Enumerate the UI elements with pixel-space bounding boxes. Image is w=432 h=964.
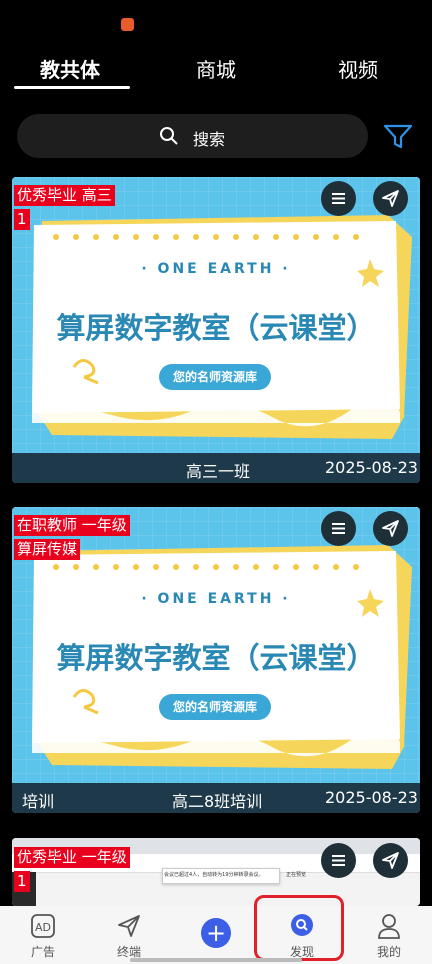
- send-icon: [382, 190, 399, 207]
- tag-category: 优秀毕业 一年级: [14, 847, 130, 868]
- card-class-name: 高二8班培训: [172, 792, 263, 811]
- tab-shangcheng[interactable]: 商城: [196, 54, 236, 83]
- active-tab-indicator: [14, 86, 130, 89]
- nav-profile-label: 我的: [376, 945, 401, 959]
- top-tabs: 教共体 商城 视频: [0, 48, 432, 92]
- tag-category: 优秀毕业 高三: [14, 185, 115, 206]
- card-subtitle: · ONE EARTH ·: [141, 591, 291, 607]
- send-icon: [382, 520, 399, 537]
- content-card[interactable]: 会议已超过4人，自动转为19分钟转录会议。 正在预览 优秀毕业 一年级 1: [12, 838, 420, 906]
- menu-icon: [332, 523, 345, 534]
- add-button[interactable]: +: [201, 918, 231, 948]
- tag-count: 1: [14, 209, 30, 230]
- highlight-annotation: [254, 895, 344, 961]
- nav-ads[interactable]: AD 广告: [0, 906, 86, 964]
- card-share-button[interactable]: [373, 511, 408, 546]
- tab-jiaogongti[interactable]: 教共体: [40, 54, 100, 83]
- card-date: 2025-08-23: [325, 458, 418, 477]
- card-footer: 培训 高二8班培训 2025-08-23: [12, 783, 420, 813]
- card-footer-left: 培训: [22, 792, 55, 811]
- filter-icon[interactable]: [383, 124, 413, 150]
- app-notification-icon: [121, 18, 134, 31]
- profile-icon: [378, 914, 400, 939]
- card-menu-button[interactable]: [321, 843, 356, 878]
- svg-text:AD: AD: [35, 921, 51, 934]
- tag-count: 1: [14, 871, 30, 892]
- content-card[interactable]: · ONE EARTH · 算屏数字教室（云课堂） 您的名师资源库 在职教师 一…: [12, 507, 420, 813]
- nav-ads-label: 广告: [30, 945, 55, 959]
- home-indicator: [130, 958, 302, 962]
- menu-icon: [332, 855, 345, 866]
- search-label: 搜索: [193, 130, 226, 149]
- status-bar: [0, 0, 432, 40]
- search-input[interactable]: 搜索: [17, 114, 368, 158]
- nav-profile[interactable]: 我的: [346, 906, 432, 964]
- card-share-button[interactable]: [373, 181, 408, 216]
- menu-icon: [332, 193, 345, 204]
- card-badge: 您的名师资源库: [159, 364, 271, 390]
- content-card[interactable]: · ONE EARTH · 算屏数字教室（云课堂） 您的名师资源库 优秀毕业 高…: [12, 177, 420, 483]
- card-menu-button[interactable]: [321, 511, 356, 546]
- tag-category: 在职教师 一年级: [14, 515, 130, 536]
- tag-org: 算屏传媒: [14, 539, 81, 560]
- card-badge: 您的名师资源库: [159, 694, 271, 720]
- send-icon: [382, 852, 399, 869]
- nav-terminal[interactable]: 终端: [86, 906, 172, 964]
- ad-icon: AD: [31, 914, 55, 938]
- plus-icon: +: [205, 919, 227, 947]
- screenshot-dialog-text: 会议已超过4人，自动转为19分钟转录会议。: [164, 872, 264, 878]
- card-date: 2025-08-23: [325, 788, 418, 807]
- card-class-name: 高三一班: [186, 462, 251, 481]
- card-menu-button[interactable]: [321, 181, 356, 216]
- tab-shipin[interactable]: 视频: [338, 54, 378, 83]
- search-icon: [160, 127, 178, 145]
- screenshot-preview-text: 正在预览: [286, 872, 307, 878]
- card-share-button[interactable]: [373, 843, 408, 878]
- card-footer: 高三一班 2025-08-23: [12, 453, 420, 483]
- card-title: 算屏数字教室（云课堂）: [56, 641, 376, 675]
- send-icon: [118, 915, 140, 937]
- card-title: 算屏数字教室（云课堂）: [56, 311, 376, 345]
- card-subtitle: · ONE EARTH ·: [141, 261, 291, 277]
